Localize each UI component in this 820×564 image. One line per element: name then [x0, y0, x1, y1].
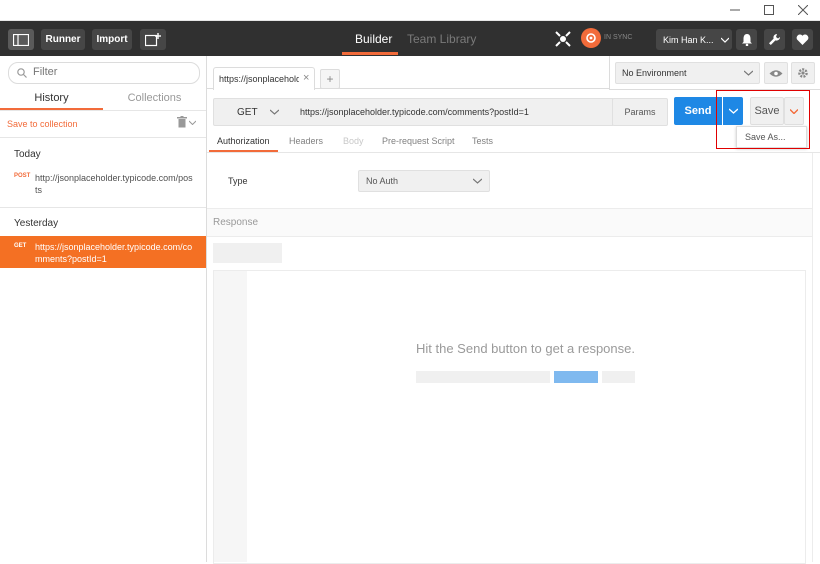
response-gutter: [214, 271, 247, 562]
tab-tests[interactable]: Tests: [472, 136, 493, 146]
request-tab[interactable]: https://jsonplaceholde ×: [213, 67, 315, 90]
sidebar: [0, 56, 207, 562]
tab-pre-request-script[interactable]: Pre-request Script: [382, 136, 455, 146]
minimize-icon: [730, 9, 740, 11]
environment-select[interactable]: No Environment: [615, 62, 760, 84]
heart-icon: [796, 34, 809, 45]
tab-authorization[interactable]: Authorization: [217, 136, 270, 146]
method-select[interactable]: GET: [213, 98, 294, 126]
delete-history-button[interactable]: [177, 116, 196, 128]
sync-icon: [586, 33, 596, 43]
url-value: https://jsonplaceholder.typicode.com/com…: [300, 107, 529, 117]
user-menu-button[interactable]: Kim Han K...: [656, 29, 732, 50]
highlight-box: [716, 90, 810, 149]
bell-icon: [741, 34, 752, 46]
placeholder-bar: [416, 371, 550, 383]
main-scrollbar[interactable]: [812, 153, 820, 562]
gear-icon: [798, 68, 808, 78]
tab-history[interactable]: History: [0, 88, 103, 108]
subtab-divider: [207, 152, 820, 153]
import-button[interactable]: Import: [92, 29, 132, 50]
method-badge: GET: [14, 243, 27, 249]
environment-value: No Environment: [622, 68, 687, 78]
auth-type-value: No Auth: [366, 176, 399, 186]
method-badge: POST: [14, 173, 31, 179]
tab-divider: [0, 110, 206, 111]
response-placeholder-tab: [213, 243, 282, 263]
favorite-button[interactable]: [792, 29, 813, 50]
sidebar-toggle-button[interactable]: [8, 29, 34, 50]
trash-icon: [177, 116, 187, 128]
filter-input[interactable]: [31, 65, 195, 79]
new-tab-button[interactable]: [140, 29, 166, 50]
manage-environments-button[interactable]: [791, 62, 815, 84]
auth-type-select[interactable]: No Auth: [358, 170, 490, 192]
chevron-down-icon: [189, 120, 196, 125]
response-body: [213, 270, 806, 564]
url-input[interactable]: https://jsonplaceholder.typicode.com/com…: [292, 98, 613, 126]
notifications-button[interactable]: [736, 29, 757, 50]
maximize-icon: [764, 5, 774, 15]
interceptor-button[interactable]: [553, 29, 573, 49]
history-item-selected[interactable]: GET https://jsonplaceholder.typicode.com…: [0, 236, 206, 268]
builder-active-indicator: [342, 52, 398, 55]
settings-button[interactable]: [764, 29, 785, 50]
chevron-down-icon: [720, 37, 729, 43]
wrench-icon: [769, 33, 781, 45]
section-yesterday: Yesterday: [14, 218, 59, 229]
tab-body[interactable]: Body: [343, 136, 364, 146]
history-item[interactable]: POST http://jsonplaceholder.typicode.com…: [0, 170, 206, 204]
user-name: Kim Han K...: [663, 34, 714, 45]
close-tab-icon[interactable]: ×: [303, 72, 309, 84]
response-label: Response: [213, 217, 259, 228]
response-header: [207, 208, 820, 237]
placeholder-bar-blue: [554, 371, 598, 383]
sync-status-text: IN SYNC: [604, 34, 633, 41]
send-button[interactable]: Send: [674, 97, 722, 125]
tab-headers[interactable]: Headers: [289, 136, 323, 146]
runner-button[interactable]: Runner: [41, 29, 85, 50]
new-window-icon: [145, 32, 161, 46]
maximize-button[interactable]: [752, 0, 786, 20]
sync-button[interactable]: [581, 28, 601, 48]
eye-icon: [769, 69, 783, 77]
tab-builder[interactable]: Builder: [355, 21, 392, 56]
auth-type-label: Type: [228, 176, 248, 186]
save-to-collection-link[interactable]: Save to collection: [7, 119, 78, 129]
chevron-down-icon: [744, 70, 753, 76]
placeholder-bar: [602, 371, 635, 383]
window-titlebar: [0, 0, 820, 21]
tab-team-library[interactable]: Team Library: [407, 21, 476, 56]
close-icon: [798, 5, 808, 15]
minimize-button[interactable]: [718, 0, 752, 20]
tab-collections[interactable]: Collections: [103, 88, 206, 108]
params-button[interactable]: Params: [612, 98, 668, 126]
history-url: http://jsonplaceholder.typicode.com/post…: [35, 173, 193, 195]
search-icon: [17, 68, 27, 78]
request-tab-label: https://jsonplaceholde: [219, 74, 299, 84]
response-hint: Hit the Send button to get a response.: [416, 341, 635, 356]
method-value: GET: [237, 106, 258, 118]
close-window-button[interactable]: [786, 0, 820, 20]
add-tab-button[interactable]: +: [320, 69, 340, 89]
history-url: https://jsonplaceholder.typicode.com/com…: [35, 242, 193, 264]
divider: [0, 207, 206, 208]
quick-look-button[interactable]: [764, 62, 788, 84]
section-today: Today: [14, 149, 41, 160]
filter-box[interactable]: [8, 62, 200, 84]
sidebar-icon: [13, 33, 29, 46]
satellite-icon: [555, 31, 571, 47]
divider: [0, 137, 206, 138]
chevron-down-icon: [473, 178, 482, 184]
chevron-down-icon: [269, 109, 279, 115]
